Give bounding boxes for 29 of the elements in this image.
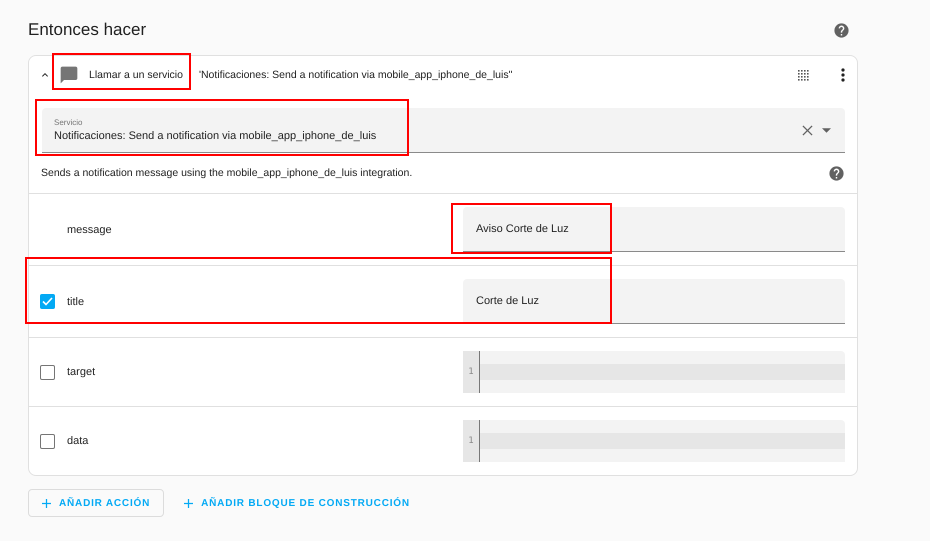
more-menu-icon[interactable] bbox=[841, 68, 845, 82]
checkbox[interactable] bbox=[40, 364, 55, 380]
field-label: target bbox=[67, 366, 96, 378]
line-number: 1 bbox=[463, 351, 480, 393]
line-number: 1 bbox=[463, 420, 480, 462]
clear-icon[interactable] bbox=[802, 124, 813, 136]
code-editor[interactable]: 1 bbox=[463, 351, 845, 393]
help-icon[interactable] bbox=[828, 164, 845, 182]
field-label: data bbox=[67, 435, 90, 447]
plus-icon bbox=[184, 498, 194, 508]
checkbox[interactable] bbox=[40, 294, 55, 309]
service-select[interactable]: Servicio Notificaciones: Send a notification via mobile_app_iphone_de_luis bbox=[42, 108, 845, 153]
message-icon bbox=[59, 65, 79, 85]
service-description: Sends a notification message using the mobile_app_iphone_de_luis integration. bbox=[41, 167, 412, 179]
field-label: title bbox=[67, 296, 86, 308]
action-title: 'Notificaciones: Send a notification via mobile_app_iphone_de_luis" bbox=[198, 69, 512, 81]
plus-icon bbox=[42, 498, 51, 508]
text-field[interactable]: Aviso Corte de Luz bbox=[463, 207, 845, 252]
help-icon[interactable] bbox=[833, 22, 850, 38]
code-editor[interactable]: 1 bbox=[463, 420, 845, 462]
field-label: message bbox=[67, 224, 113, 236]
add-button[interactable]: AÑADIR ACCIÓN bbox=[28, 489, 164, 517]
dropdown-caret-icon[interactable] bbox=[822, 128, 831, 132]
action-type: Llamar a un servicio bbox=[89, 69, 183, 81]
text-field[interactable]: Corte de Luz bbox=[463, 279, 845, 324]
add-button[interactable]: AÑADIR BLOQUE DE CONSTRUCCIÓN bbox=[170, 489, 424, 517]
section-title: Entonces hacer bbox=[28, 20, 146, 40]
checkbox[interactable] bbox=[40, 434, 55, 448]
drag-handle-icon[interactable] bbox=[797, 69, 809, 81]
